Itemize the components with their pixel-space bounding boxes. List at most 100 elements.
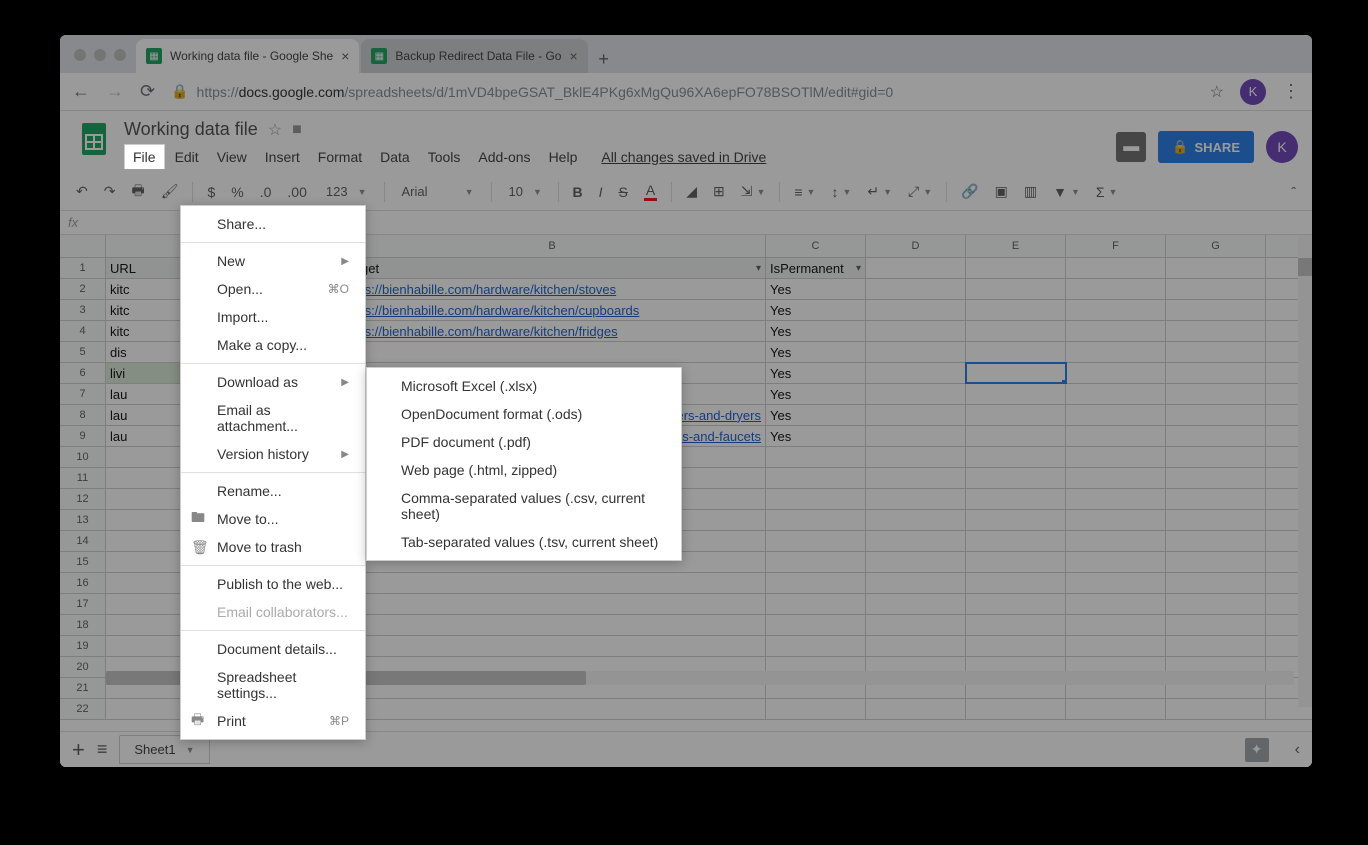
cell[interactable]: [966, 384, 1066, 404]
download-xlsx[interactable]: Microsoft Excel (.xlsx): [367, 372, 681, 400]
file-move-trash[interactable]: 🗑Move to trash: [181, 533, 365, 561]
row-header[interactable]: 8: [60, 405, 106, 425]
cell[interactable]: [1066, 510, 1166, 530]
merge-button[interactable]: ⇲▼: [735, 179, 772, 204]
row-header[interactable]: 22: [60, 699, 106, 719]
file-settings[interactable]: Spreadsheet settings...: [181, 663, 365, 707]
cell[interactable]: https://bienhabille.com/hardware/kitchen…: [339, 279, 766, 299]
increase-decimal[interactable]: .00: [281, 180, 312, 204]
download-ods[interactable]: OpenDocument format (.ods): [367, 400, 681, 428]
expand-toolbar[interactable]: ˆ: [1285, 180, 1302, 204]
file-print[interactable]: 🖶Print⌘P: [181, 707, 365, 735]
cell[interactable]: https://bienhabille.com/hardware/kitchen…: [339, 321, 766, 341]
comment-button[interactable]: ▣: [989, 179, 1014, 204]
menu-format[interactable]: Format: [310, 145, 370, 169]
cell[interactable]: [1166, 447, 1266, 467]
cell[interactable]: [966, 615, 1066, 635]
cell[interactable]: [866, 258, 966, 278]
cell[interactable]: [1166, 699, 1266, 719]
cell[interactable]: https://bienhabille.com/hardware/kitchen…: [339, 300, 766, 320]
cell[interactable]: [1066, 489, 1166, 509]
cell[interactable]: [1166, 321, 1266, 341]
side-panel-toggle[interactable]: ‹: [1295, 741, 1300, 759]
rotate-button[interactable]: ⤢▼: [902, 179, 938, 204]
close-tab-icon[interactable]: ×: [569, 48, 577, 64]
cell[interactable]: [1166, 636, 1266, 656]
cell[interactable]: Yes: [766, 405, 866, 425]
share-button[interactable]: 🔒 SHARE: [1158, 131, 1254, 163]
cell[interactable]: [1166, 552, 1266, 572]
cell[interactable]: [1066, 636, 1166, 656]
comments-button[interactable]: ▬: [1116, 132, 1146, 162]
cell[interactable]: [766, 573, 866, 593]
browser-tab-active[interactable]: ▦ Working data file - Google She ×: [136, 39, 359, 73]
cell[interactable]: [1166, 426, 1266, 446]
chart-button[interactable]: ▥: [1018, 179, 1043, 204]
back-button[interactable]: ←: [72, 81, 90, 102]
cell[interactable]: [1066, 531, 1166, 551]
col-header-f[interactable]: F: [1066, 235, 1166, 257]
file-download-as[interactable]: Download as▶: [181, 368, 365, 396]
add-sheet-button[interactable]: +: [72, 737, 85, 763]
cell[interactable]: Yes: [766, 426, 866, 446]
cell[interactable]: [339, 573, 766, 593]
download-pdf[interactable]: PDF document (.pdf): [367, 428, 681, 456]
cell[interactable]: [1066, 573, 1166, 593]
file-email-attachment[interactable]: Email as attachment...: [181, 396, 365, 440]
new-tab-button[interactable]: +: [590, 45, 618, 73]
row-header[interactable]: 20: [60, 657, 106, 677]
row-header[interactable]: 19: [60, 636, 106, 656]
filter-icon[interactable]: ▾: [856, 263, 861, 274]
cell[interactable]: [866, 279, 966, 299]
cell[interactable]: [966, 279, 1066, 299]
all-sheets-button[interactable]: ≡: [97, 739, 108, 760]
document-title[interactable]: Working data file: [124, 119, 258, 140]
cell[interactable]: Yes: [766, 279, 866, 299]
col-header-e[interactable]: E: [966, 235, 1066, 257]
star-icon[interactable]: ☆: [268, 120, 282, 140]
row-header[interactable]: 17: [60, 594, 106, 614]
row-header[interactable]: 18: [60, 615, 106, 635]
row-header[interactable]: 11: [60, 468, 106, 488]
file-rename[interactable]: Rename...: [181, 477, 365, 505]
cell[interactable]: [866, 594, 966, 614]
cell[interactable]: [866, 573, 966, 593]
cell[interactable]: [966, 594, 1066, 614]
cell[interactable]: [866, 615, 966, 635]
cell[interactable]: [966, 699, 1066, 719]
cell[interactable]: [966, 636, 1066, 656]
download-tsv[interactable]: Tab-separated values (.tsv, current shee…: [367, 528, 681, 556]
cell[interactable]: [1166, 384, 1266, 404]
cell[interactable]: [766, 636, 866, 656]
redo-button[interactable]: ↷: [98, 179, 122, 204]
cell[interactable]: [866, 426, 966, 446]
cell[interactable]: [766, 699, 866, 719]
cell[interactable]: [966, 447, 1066, 467]
file-new[interactable]: New▶: [181, 247, 365, 275]
account-avatar[interactable]: K: [1266, 131, 1298, 163]
cell[interactable]: Yes: [766, 300, 866, 320]
cell[interactable]: [866, 552, 966, 572]
explore-button[interactable]: ✦: [1245, 738, 1269, 762]
cell[interactable]: [1066, 552, 1166, 572]
sheets-logo-icon[interactable]: [74, 119, 114, 159]
cell[interactable]: [866, 300, 966, 320]
cell[interactable]: [1066, 426, 1166, 446]
menu-data[interactable]: Data: [372, 145, 418, 169]
close-tab-icon[interactable]: ×: [341, 48, 349, 64]
cell[interactable]: [1066, 594, 1166, 614]
number-format[interactable]: 123▼: [317, 179, 376, 204]
cell[interactable]: [866, 510, 966, 530]
cell[interactable]: [766, 552, 866, 572]
cell[interactable]: [1066, 405, 1166, 425]
cell[interactable]: [766, 615, 866, 635]
row-header[interactable]: 1: [60, 258, 106, 278]
cell[interactable]: [766, 468, 866, 488]
file-share[interactable]: Share...: [181, 210, 365, 238]
print-button[interactable]: 🖶: [125, 176, 150, 208]
cell[interactable]: [1166, 615, 1266, 635]
cell[interactable]: [1166, 594, 1266, 614]
cell[interactable]: [766, 531, 866, 551]
browser-tab-inactive[interactable]: ▦ Backup Redirect Data File - Go ×: [361, 39, 587, 73]
cell[interactable]: [966, 468, 1066, 488]
